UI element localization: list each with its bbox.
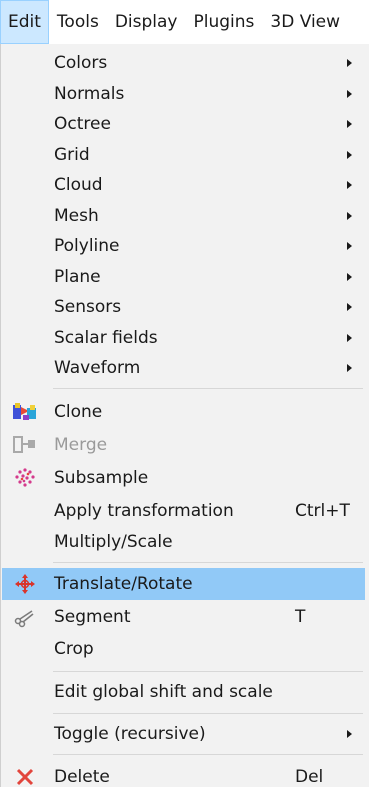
- menu-separator: [53, 713, 363, 714]
- menu-item-clone[interactable]: Clone: [2, 397, 366, 427]
- menubar-item-display[interactable]: Display: [107, 0, 186, 44]
- menu-item-edit-global-shift[interactable]: Edit global shift and scale: [2, 677, 366, 707]
- menu-item-plane[interactable]: Plane: [2, 262, 366, 292]
- clone-icon: [12, 401, 38, 423]
- submenu-arrow-icon: [347, 90, 352, 98]
- menu-item-label: Mesh: [54, 206, 99, 226]
- menu-item-label: Polyline: [54, 236, 120, 256]
- menu-item-label: Crop: [54, 639, 94, 659]
- menu-separator: [53, 388, 363, 389]
- menu-item-label: Octree: [54, 114, 111, 134]
- subsample-icon: [12, 467, 38, 489]
- menu-bar: Edit Tools Display Plugins 3D View: [0, 0, 369, 44]
- menu-item-label: Delete: [54, 767, 110, 787]
- menu-item-label: Waveform: [54, 358, 141, 378]
- menubar-item-tools[interactable]: Tools: [49, 0, 107, 44]
- menu-item-multiply-scale[interactable]: Multiply/Scale: [2, 527, 366, 557]
- submenu-arrow-icon: [347, 181, 352, 189]
- menu-item-segment[interactable]: Segment T: [2, 602, 366, 632]
- menu-item-colors[interactable]: Colors: [2, 48, 366, 78]
- submenu-arrow-icon: [347, 273, 352, 281]
- menu-item-normals[interactable]: Normals: [2, 79, 366, 109]
- scissors-icon: [12, 606, 38, 628]
- menu-item-label: Multiply/Scale: [54, 532, 173, 552]
- menu-item-label: Apply transformation: [54, 501, 234, 521]
- submenu-arrow-icon: [347, 364, 352, 372]
- menu-item-grid[interactable]: Grid: [2, 140, 366, 170]
- menu-item-crop[interactable]: Crop: [2, 634, 366, 664]
- menu-item-subsample[interactable]: Subsample: [2, 463, 366, 493]
- menubar-item-plugins[interactable]: Plugins: [185, 0, 262, 44]
- menu-item-cloud[interactable]: Cloud: [2, 170, 366, 200]
- delete-icon: [12, 766, 38, 788]
- translate-rotate-icon: [12, 573, 38, 595]
- menubar-item-edit[interactable]: Edit: [0, 0, 49, 44]
- menu-separator: [53, 754, 363, 755]
- menu-item-label: Toggle (recursive): [54, 724, 206, 744]
- submenu-arrow-icon: [347, 242, 352, 250]
- submenu-arrow-icon: [347, 303, 352, 311]
- menu-separator: [53, 562, 363, 563]
- menu-item-label: Colors: [54, 53, 108, 73]
- submenu-arrow-icon: [347, 730, 352, 738]
- menu-item-waveform[interactable]: Waveform: [2, 353, 366, 383]
- submenu-arrow-icon: [347, 334, 352, 342]
- menu-item-label: Edit global shift and scale: [54, 682, 273, 702]
- menu-item-sensors[interactable]: Sensors: [2, 292, 366, 322]
- menu-item-label: Plane: [54, 267, 101, 287]
- menu-item-label: Segment: [54, 607, 131, 627]
- menu-item-label: Clone: [54, 402, 103, 422]
- menu-separator: [53, 671, 363, 672]
- menu-item-polyline[interactable]: Polyline: [2, 231, 366, 261]
- menu-item-delete[interactable]: Delete Del: [2, 762, 366, 792]
- menu-item-octree[interactable]: Octree: [2, 109, 366, 139]
- menu-item-toggle-recursive[interactable]: Toggle (recursive): [2, 719, 366, 749]
- menu-item-label: Cloud: [54, 175, 103, 195]
- menu-item-apply-transformation[interactable]: Apply transformation Ctrl+T: [2, 496, 366, 526]
- menu-item-label: Sensors: [54, 297, 122, 317]
- menu-item-scalar-fields[interactable]: Scalar fields: [2, 323, 366, 353]
- menu-item-translate-rotate[interactable]: Translate/Rotate: [2, 568, 365, 600]
- submenu-arrow-icon: [347, 151, 352, 159]
- submenu-arrow-icon: [347, 59, 352, 67]
- edit-menu-dropdown: Colors Normals Octree Grid Cloud Mesh Po…: [0, 44, 369, 787]
- menu-item-label: Grid: [54, 145, 90, 165]
- menu-item-label: Translate/Rotate: [54, 574, 193, 594]
- menu-item-merge: Merge: [2, 430, 366, 460]
- shortcut-label: T: [295, 607, 306, 627]
- menu-item-label: Scalar fields: [54, 328, 158, 348]
- menu-item-label: Subsample: [54, 468, 149, 488]
- submenu-arrow-icon: [347, 120, 352, 128]
- menubar-item-3d-view[interactable]: 3D View: [262, 0, 348, 44]
- shortcut-label: Ctrl+T: [295, 501, 350, 521]
- menu-item-mesh[interactable]: Mesh: [2, 201, 366, 231]
- menu-item-label: Merge: [54, 435, 108, 455]
- menu-item-label: Normals: [54, 84, 125, 104]
- shortcut-label: Del: [295, 767, 324, 787]
- submenu-arrow-icon: [347, 212, 352, 220]
- merge-icon: [12, 434, 38, 456]
